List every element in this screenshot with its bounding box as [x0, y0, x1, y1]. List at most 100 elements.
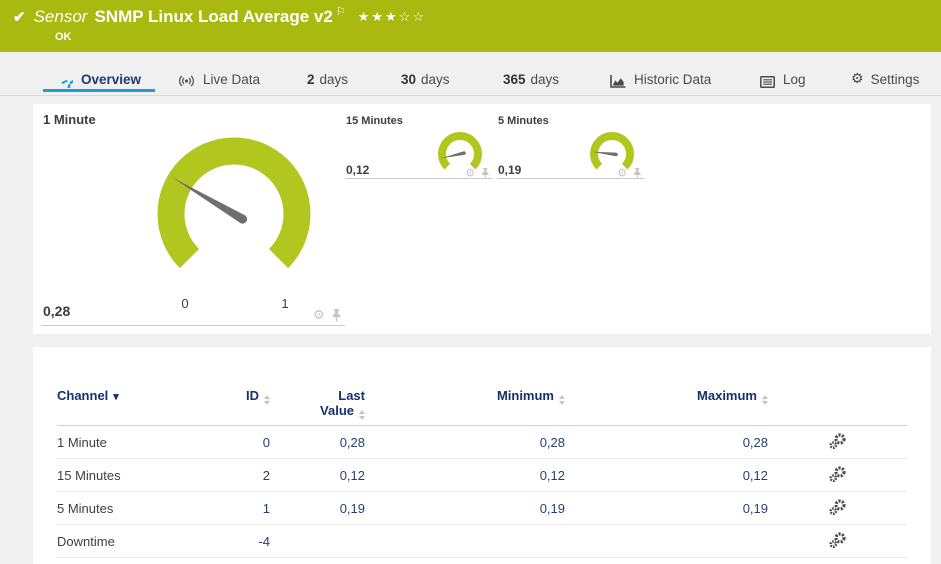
- channel-id: 0: [207, 425, 270, 459]
- prtg-sensor-page: ✔ Sensor SNMP Linux Load Average v2 ⚐ ★★…: [0, 0, 941, 564]
- pin-icon[interactable]: [331, 308, 342, 322]
- channel-table-header-row: Channel ▾ ID Last Value Minimum Maximum: [57, 368, 907, 426]
- gauge-underline: [41, 325, 345, 326]
- gauge-1-minute-actions: ⚙: [313, 307, 342, 323]
- channel-minimum: 0,12: [365, 458, 565, 492]
- sensor-header: ✔ Sensor SNMP Linux Load Average v2 ⚐ ★★…: [0, 0, 941, 52]
- tab-settings[interactable]: ⚙ Settings: [851, 52, 919, 92]
- object-kind-label: Sensor: [33, 7, 88, 26]
- column-header-actions: [768, 368, 907, 426]
- sort-toggle-icon: [762, 395, 768, 405]
- area-chart-icon: [610, 75, 626, 88]
- sensor-title: SNMP Linux Load Average v2: [94, 7, 333, 26]
- tab-365-days-label: days: [530, 72, 560, 87]
- tab-bar: Overview Live Data 2 days 30 days 365 da…: [0, 52, 941, 96]
- column-header-minimum[interactable]: Minimum: [365, 368, 565, 426]
- gear-icon: ⚙: [851, 70, 864, 86]
- gauge-underline: [497, 178, 645, 179]
- gauge-15-minutes-value: 0,12: [346, 163, 370, 177]
- gear-icon[interactable]: ⚙: [313, 307, 325, 323]
- sort-toggle-icon: [559, 395, 565, 405]
- log-list-icon: [760, 76, 775, 88]
- pause-flag-icon[interactable]: ⚐: [336, 5, 346, 18]
- tab-2-days[interactable]: 2 days: [307, 52, 348, 92]
- gauge-scale-min: 0: [181, 296, 188, 311]
- channel-name: 1 Minute: [57, 425, 207, 459]
- gauge-1-minute-title: 1 Minute: [43, 112, 96, 127]
- gauge-1-minute-dial: 0 1: [157, 137, 311, 311]
- gauge-15-minutes: 15 Minutes 0,12 ⚙: [345, 104, 493, 184]
- tab-2-days-label: days: [319, 72, 349, 87]
- sort-descending-icon: ▾: [113, 391, 119, 403]
- column-header-last-value[interactable]: Last Value: [270, 368, 365, 426]
- tab-log-label: Log: [783, 72, 806, 87]
- channel-maximum: 0,28: [565, 425, 768, 459]
- column-header-last-label: Last: [338, 388, 365, 403]
- column-header-channel-label: Channel: [57, 388, 109, 403]
- column-header-id[interactable]: ID: [207, 368, 270, 426]
- tab-365-days-number: 365: [503, 72, 526, 87]
- gauge-scale-max: 1: [281, 296, 288, 311]
- tab-30-days[interactable]: 30 days: [401, 52, 450, 92]
- priority-stars[interactable]: ★★★☆☆: [358, 9, 426, 25]
- channel-settings-gears-icon[interactable]: [829, 531, 846, 551]
- channel-name: 15 Minutes: [57, 458, 207, 492]
- channel-last-value: 0,12: [270, 458, 365, 492]
- tab-settings-label: Settings: [870, 72, 920, 87]
- channel-name: Downtime: [57, 524, 207, 558]
- channel-last-value: 0,19: [270, 491, 365, 525]
- pin-icon[interactable]: [481, 167, 490, 179]
- tab-30-days-label: days: [421, 72, 450, 87]
- table-row-5-minutes: 5 Minutes 1 0,19 0,19 0,19: [57, 491, 907, 525]
- channel-minimum: 0,28: [365, 425, 565, 459]
- tab-365-days[interactable]: 365 days: [503, 52, 559, 92]
- pin-icon[interactable]: [633, 167, 642, 179]
- gauge-15-minutes-title: 15 Minutes: [346, 115, 403, 127]
- channel-last-value: [270, 524, 365, 558]
- tab-live-data-label: Live Data: [203, 72, 261, 87]
- tab-historic-data-label: Historic Data: [634, 72, 712, 87]
- table-row-downtime: Downtime -4: [57, 524, 907, 558]
- channel-maximum: 0,12: [565, 458, 768, 492]
- channel-name: 5 Minutes: [57, 491, 207, 525]
- gauge-underline: [345, 178, 493, 179]
- tab-30-days-number: 30: [401, 72, 417, 87]
- live-signal-icon: [178, 74, 195, 88]
- column-header-value-label: Value: [320, 403, 354, 418]
- channel-minimum: [365, 524, 565, 558]
- column-header-minimum-label: Minimum: [496, 388, 554, 403]
- channel-table: Channel ▾ ID Last Value Minimum Maximum: [57, 368, 907, 558]
- channel-maximum: 0,19: [565, 491, 768, 525]
- channels-panel: Channel ▾ ID Last Value Minimum Maximum: [33, 347, 931, 564]
- status-badge: OK: [55, 31, 72, 43]
- channel-settings-gears-icon[interactable]: [829, 432, 846, 452]
- column-header-id-label: ID: [246, 388, 259, 403]
- channel-minimum: 0,19: [365, 491, 565, 525]
- sensor-title-line: ✔ Sensor SNMP Linux Load Average v2 ⚐ ★★…: [13, 5, 426, 27]
- gauge-5-minutes: 5 Minutes 0,19 ⚙: [497, 104, 645, 184]
- tab-2-days-number: 2: [307, 72, 315, 87]
- tab-overview[interactable]: Overview: [43, 52, 155, 92]
- channel-settings-gears-icon[interactable]: [829, 498, 846, 518]
- tab-live-data[interactable]: Live Data: [172, 52, 260, 92]
- sort-toggle-icon: [359, 410, 365, 420]
- gauge-icon: [58, 73, 73, 88]
- channel-id: 2: [207, 458, 270, 492]
- tab-historic-data[interactable]: Historic Data: [610, 52, 711, 92]
- gauge-5-minutes-title: 5 Minutes: [498, 115, 549, 127]
- channel-id: 1: [207, 491, 270, 525]
- gauges-panel: 1 Minute 0 1 0,28 ⚙ 15 Minutes 0,12 ⚙ 5 …: [33, 104, 931, 334]
- column-header-channel[interactable]: Channel ▾: [57, 368, 207, 426]
- gauge-1-minute-value: 0,28: [43, 303, 71, 319]
- table-row-1-minute: 1 Minute 0 0,28 0,28 0,28: [57, 425, 907, 459]
- channel-maximum: [565, 524, 768, 558]
- status-check-icon: ✔: [13, 9, 26, 26]
- column-header-maximum[interactable]: Maximum: [565, 368, 768, 426]
- tab-log[interactable]: Log: [760, 52, 806, 92]
- gauge-5-minutes-value: 0,19: [498, 163, 522, 177]
- channel-id: -4: [207, 524, 270, 558]
- sort-toggle-icon: [264, 395, 270, 405]
- channel-last-value: 0,28: [270, 425, 365, 459]
- table-row-15-minutes: 15 Minutes 2 0,12 0,12 0,12: [57, 458, 907, 492]
- channel-settings-gears-icon[interactable]: [829, 465, 846, 485]
